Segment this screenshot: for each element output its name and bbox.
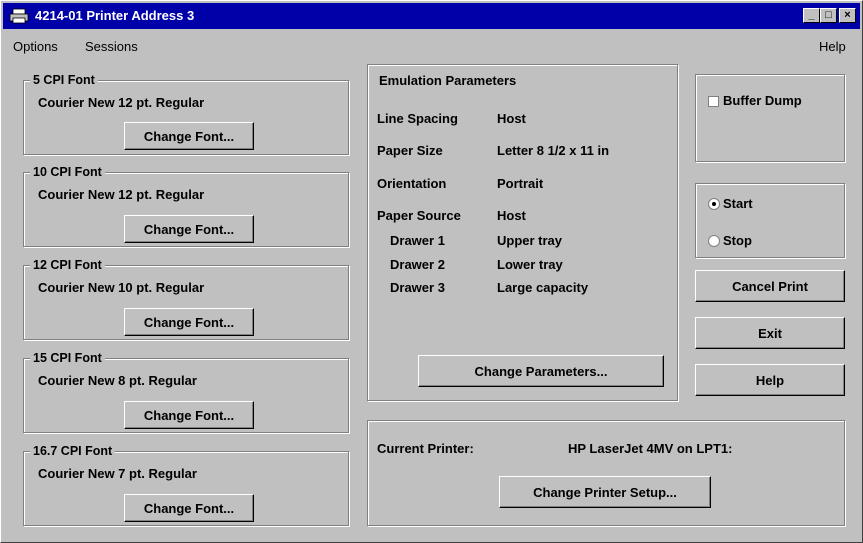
orientation-label: Orientation xyxy=(377,176,447,191)
change-font-button-12cpi[interactable]: Change Font... xyxy=(124,308,254,336)
emulation-parameters-panel: Emulation Parameters Line Spacing Host P… xyxy=(367,64,678,401)
paper-source-label: Paper Source xyxy=(377,208,461,223)
change-font-button-10cpi[interactable]: Change Font... xyxy=(124,215,254,243)
start-radio[interactable] xyxy=(708,198,720,210)
font-group-16-7cpi: 16.7 CPI Font Courier New 7 pt. Regular … xyxy=(23,444,349,526)
paper-size-value: Letter 8 1/2 x 11 in xyxy=(497,143,610,158)
font-value: Courier New 8 pt. Regular xyxy=(38,373,197,388)
menu-help[interactable]: Help xyxy=(819,39,846,54)
emulation-title: Emulation Parameters xyxy=(379,73,517,88)
font-group-10cpi: 10 CPI Font Courier New 12 pt. Regular C… xyxy=(23,165,349,247)
font-group-15cpi: 15 CPI Font Courier New 8 pt. Regular Ch… xyxy=(23,351,349,433)
maximize-button[interactable]: □ xyxy=(820,8,837,23)
stop-label: Stop xyxy=(723,233,752,248)
font-value: Courier New 7 pt. Regular xyxy=(38,466,197,481)
paper-source-value: Host xyxy=(497,208,526,223)
drawer-2-label: Drawer 2 xyxy=(390,257,445,272)
printer-window: 4214-01 Printer Address 3 _ □ × Options … xyxy=(0,0,863,543)
stop-radio[interactable] xyxy=(708,235,720,247)
change-font-button-15cpi[interactable]: Change Font... xyxy=(124,401,254,429)
drawer-1-label: Drawer 1 xyxy=(390,233,445,248)
font-value: Courier New 12 pt. Regular xyxy=(38,95,205,110)
change-font-button-5cpi[interactable]: Change Font... xyxy=(124,122,254,150)
font-group-label: 5 CPI Font xyxy=(30,73,98,87)
cancel-print-button[interactable]: Cancel Print xyxy=(695,270,845,302)
font-group-label: 12 CPI Font xyxy=(30,258,105,272)
change-parameters-button[interactable]: Change Parameters... xyxy=(418,355,664,387)
buffer-dump-label: Buffer Dump xyxy=(723,93,802,108)
menu-options[interactable]: Options xyxy=(13,39,58,54)
change-printer-setup-button[interactable]: Change Printer Setup... xyxy=(499,476,711,508)
line-spacing-label: Line Spacing xyxy=(377,111,458,126)
drawer-3-value: Large capacity xyxy=(497,280,589,295)
font-group-12cpi: 12 CPI Font Courier New 10 pt. Regular C… xyxy=(23,258,349,340)
exit-button[interactable]: Exit xyxy=(695,317,845,349)
close-button[interactable]: × xyxy=(839,8,856,23)
line-spacing-value: Host xyxy=(497,111,526,126)
font-group-label: 16.7 CPI Font xyxy=(30,444,116,458)
current-printer-panel: Current Printer: HP LaserJet 4MV on LPT1… xyxy=(367,420,845,526)
start-stop-panel: Start Stop xyxy=(695,183,845,258)
title-bar[interactable]: 4214-01 Printer Address 3 _ □ × xyxy=(3,3,860,29)
font-group-5cpi: 5 CPI Font Courier New 12 pt. Regular Ch… xyxy=(23,73,349,155)
font-value: Courier New 10 pt. Regular xyxy=(38,280,205,295)
font-group-label: 15 CPI Font xyxy=(30,351,105,365)
orientation-value: Portrait xyxy=(497,176,544,191)
drawer-2-value: Lower tray xyxy=(497,257,563,272)
font-value: Courier New 12 pt. Regular xyxy=(38,187,205,202)
current-printer-value: HP LaserJet 4MV on LPT1: xyxy=(568,441,733,456)
buffer-dump-panel: Buffer Dump xyxy=(695,74,845,162)
change-font-button-16-7cpi[interactable]: Change Font... xyxy=(124,494,254,522)
current-printer-label: Current Printer: xyxy=(377,441,474,456)
menu-bar: Options Sessions Help xyxy=(3,31,860,59)
minimize-button[interactable]: _ xyxy=(803,8,820,23)
help-button[interactable]: Help xyxy=(695,364,845,396)
buffer-dump-checkbox[interactable] xyxy=(708,96,719,107)
menu-sessions[interactable]: Sessions xyxy=(85,39,138,54)
printer-icon xyxy=(9,8,29,24)
drawer-1-value: Upper tray xyxy=(497,233,563,248)
font-group-label: 10 CPI Font xyxy=(30,165,105,179)
start-label: Start xyxy=(723,196,753,211)
window-title: 4214-01 Printer Address 3 xyxy=(35,8,195,23)
drawer-3-label: Drawer 3 xyxy=(390,280,445,295)
paper-size-label: Paper Size xyxy=(377,143,443,158)
